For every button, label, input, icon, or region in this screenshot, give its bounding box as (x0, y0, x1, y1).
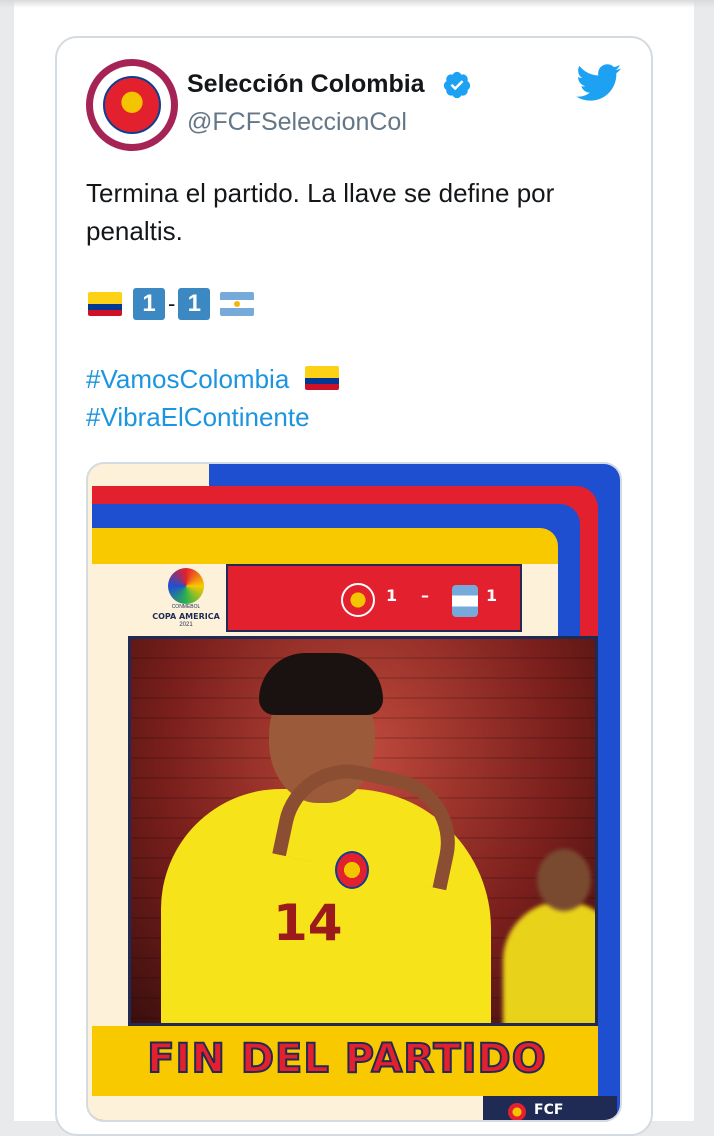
jersey-number: 14 (273, 894, 343, 952)
headline-text: FIN DEL PARTIDO (146, 1035, 547, 1083)
score-separator: - (168, 291, 176, 316)
twitter-bird-icon[interactable] (576, 64, 622, 102)
colombia-flag-icon (88, 292, 122, 316)
player-hair (259, 653, 383, 715)
tweet-media-image[interactable]: 1 – 1 CONMEBOL COPA AMERICA 2021 14 FIN … (86, 462, 622, 1122)
display-name[interactable]: Selección Colombia (187, 70, 425, 99)
argentina-flag-icon (220, 292, 255, 316)
jersey-crest-icon (335, 851, 369, 889)
hashtag-vibra-el-continente[interactable]: #VibraElContinente (86, 402, 310, 433)
media-score-away: 1 (486, 586, 498, 605)
footer-tag-text: FCF (534, 1102, 564, 1118)
media-score-dash: – (421, 586, 429, 605)
fcf-logo-icon (103, 76, 161, 134)
copa-america-logo-icon (168, 568, 204, 604)
player-photo: 14 (128, 636, 598, 1026)
tweet-text: Termina el partido. La llave se define p… (86, 178, 555, 246)
copa-year: 2021 (179, 622, 193, 628)
avatar[interactable] (86, 59, 178, 151)
top-shadow (0, 0, 714, 8)
copa-top-label: CONMEBOL (171, 604, 201, 610)
user-handle[interactable]: @FCFSeleccionCol (187, 108, 407, 137)
copa-label: COPA AMERICA (152, 612, 220, 621)
score-home-box: 1 (133, 288, 165, 320)
fcf-small-logo-icon (508, 1103, 526, 1120)
score-emoji-row: 1 - 1 (88, 287, 255, 321)
argentina-crest-icon (452, 585, 478, 617)
media-score-home: 1 (386, 586, 398, 605)
colombia-crest-icon (341, 583, 375, 617)
verified-badge-icon (443, 71, 471, 99)
hashtag-vamos-colombia[interactable]: #VamosColombia (86, 364, 339, 395)
score-away-box: 1 (178, 288, 211, 320)
colombia-flag-icon (304, 366, 339, 390)
